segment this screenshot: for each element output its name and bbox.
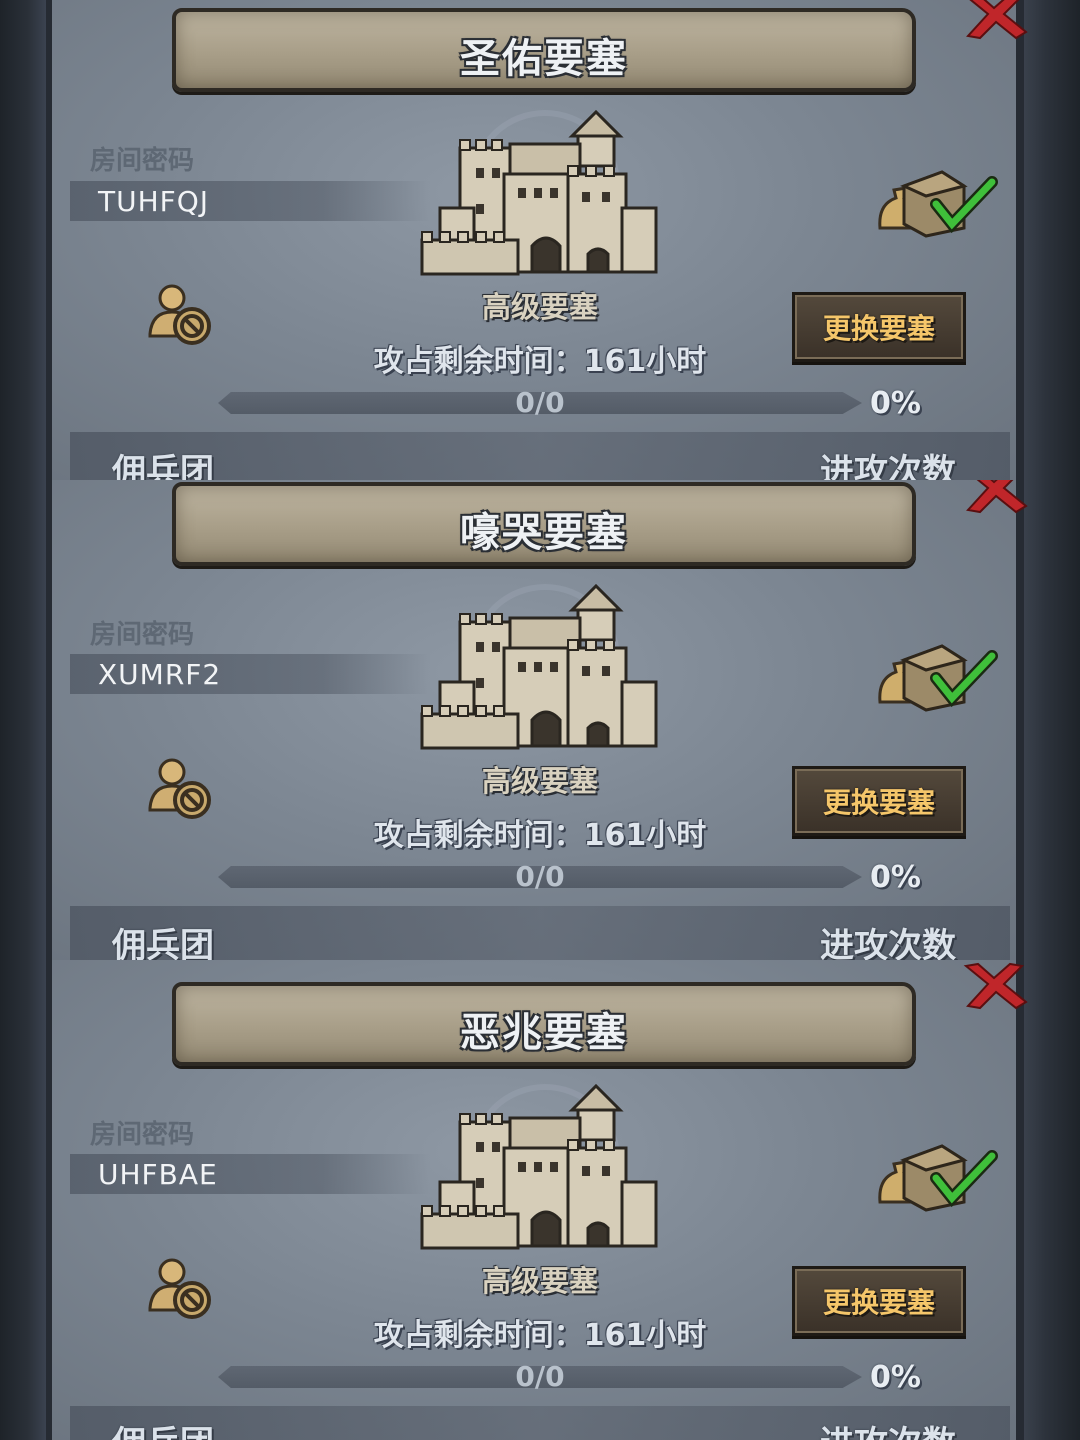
password-label: 房间密码 [90, 1120, 195, 1150]
castle-icon [420, 109, 658, 276]
left-border [0, 0, 46, 480]
progress-percent: 0% [870, 386, 921, 421]
title-banner: 圣佑要塞 [172, 8, 916, 92]
fortress-name: 圣佑要塞 [460, 36, 628, 82]
progress-text: 0/0 [515, 860, 565, 893]
loot-claimed-icon [878, 1144, 998, 1212]
change-fortress-label: 更换要塞 [822, 1286, 935, 1319]
mercenary-label: 佣兵团 [112, 452, 214, 480]
loot-claimed-icon [878, 170, 998, 238]
password-label: 房间密码 [90, 620, 195, 650]
right-border [1024, 0, 1080, 480]
left-border [0, 480, 46, 960]
capture-time-remaining: 攻占剩余时间：161小时 [373, 344, 707, 379]
progress-text: 0/0 [515, 1360, 565, 1393]
progress-text: 0/0 [515, 386, 565, 419]
loot-claimed-icon [878, 644, 998, 712]
fortress-name: 恶兆要塞 [460, 1010, 628, 1056]
password-label: 房间密码 [90, 146, 195, 176]
right-border [1024, 480, 1080, 960]
progress-percent: 0% [870, 860, 921, 895]
title-banner: 恶兆要塞 [172, 982, 916, 1066]
capture-time-remaining: 攻占剩余时间：161小时 [373, 1318, 707, 1353]
title-banner: 嚎哭要塞 [172, 482, 916, 566]
capture-time-remaining: 攻占剩余时间：161小时 [373, 818, 707, 853]
change-fortress-button[interactable]: 更换要塞 [792, 1266, 966, 1336]
change-fortress-button[interactable]: 更换要塞 [792, 292, 966, 362]
user-banned-icon[interactable] [146, 756, 216, 822]
mercenary-label: 佣兵团 [112, 1416, 214, 1440]
fortress-card: 嚎哭要塞 房间密码 XUMRF2 高级要塞 攻占剩余时间：161小时 0/0 0… [0, 480, 1080, 960]
left-border [0, 960, 46, 1440]
change-fortress-button[interactable]: 更换要塞 [792, 766, 966, 836]
castle-icon [420, 1083, 658, 1250]
password-value: XUMRF2 [98, 658, 222, 691]
mercenary-label: 佣兵团 [112, 926, 214, 960]
attack-count-label: 进攻次数 [820, 926, 956, 960]
change-fortress-label: 更换要塞 [822, 312, 935, 345]
attack-count-label: 进攻次数 [820, 1416, 956, 1440]
close-x-icon[interactable] [958, 0, 1030, 42]
castle-icon [420, 583, 658, 750]
fortress-card: 恶兆要塞 房间密码 UHFBAE 高级要塞 攻占剩余时间：161小时 0/0 0… [0, 960, 1080, 1440]
user-banned-icon[interactable] [146, 1256, 216, 1322]
user-banned-icon[interactable] [146, 282, 216, 348]
close-x-icon[interactable] [958, 480, 1030, 516]
fortress-name: 嚎哭要塞 [460, 510, 628, 556]
fortress-level: 高级要塞 [481, 290, 598, 324]
fortress-card: 圣佑要塞 房间密码 TUHFQJ 高级要塞 攻占剩余时间：161小时 0/0 0… [0, 0, 1080, 480]
fortress-level: 高级要塞 [481, 764, 598, 798]
fortress-level: 高级要塞 [481, 1264, 598, 1298]
close-x-icon[interactable] [958, 962, 1030, 1012]
progress-percent: 0% [870, 1360, 921, 1395]
right-border [1024, 960, 1080, 1440]
password-value: TUHFQJ [98, 185, 210, 218]
password-value: UHFBAE [98, 1158, 218, 1191]
change-fortress-label: 更换要塞 [822, 786, 935, 819]
attack-count-label: 进攻次数 [820, 452, 956, 480]
